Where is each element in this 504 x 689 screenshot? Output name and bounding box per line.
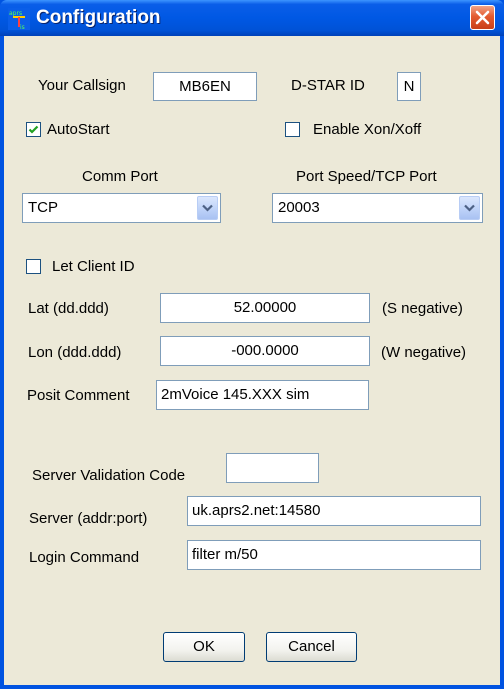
ok-button[interactable]: OK: [163, 632, 245, 662]
comm-port-label: Comm Port: [82, 168, 158, 185]
autostart-label: AutoStart: [47, 121, 110, 138]
comm-port-value: TCP: [28, 199, 58, 216]
comm-port-select[interactable]: TCP: [22, 193, 221, 223]
chevron-down-icon: [202, 204, 213, 212]
login-command-label: Login Command: [29, 549, 140, 566]
dstar-id-field[interactable]: N: [397, 72, 421, 101]
lat-label: Lat (dd.ddd): [28, 300, 109, 317]
lat-field[interactable]: 52.00000: [160, 293, 370, 323]
callsign-label: Your Callsign: [38, 77, 126, 94]
let-client-id-checkbox[interactable]: [26, 259, 41, 274]
window-title: Configuration: [36, 7, 161, 28]
lat-hint: (S negative): [382, 300, 463, 317]
server-field[interactable]: uk.aprs2.net:14580: [187, 496, 481, 526]
let-client-id-label: Let Client ID: [52, 258, 135, 275]
dialog-body: Your Callsign MB6EN D-STAR ID N AutoStar…: [4, 36, 500, 685]
port-speed-dropdown-button[interactable]: [459, 196, 480, 220]
server-label: Server (addr:port): [29, 510, 148, 527]
port-speed-value: 20003: [278, 199, 320, 216]
xon-xoff-checkbox[interactable]: [285, 122, 300, 137]
lon-field[interactable]: -000.0000: [160, 336, 370, 366]
port-speed-label: Port Speed/TCP Port: [296, 168, 437, 185]
lon-label: Lon (ddd.ddd): [28, 344, 122, 361]
login-command-field[interactable]: filter m/50: [187, 540, 481, 570]
cancel-button[interactable]: Cancel: [266, 632, 357, 662]
server-validation-field[interactable]: [226, 453, 319, 483]
configuration-window: aprs is Configuration Your Callsign MB6E…: [0, 0, 504, 689]
svg-text:is: is: [20, 24, 25, 30]
chevron-down-icon: [464, 204, 475, 212]
comm-port-dropdown-button[interactable]: [197, 196, 218, 220]
close-button[interactable]: [470, 5, 495, 30]
callsign-field[interactable]: MB6EN: [153, 72, 257, 101]
xon-xoff-label: Enable Xon/Xoff: [313, 121, 422, 138]
server-validation-label: Server Validation Code: [32, 467, 186, 484]
lon-hint: (W negative): [381, 344, 467, 361]
svg-text:aprs: aprs: [9, 10, 22, 17]
checkmark-icon: [28, 125, 39, 134]
autostart-checkbox[interactable]: [26, 122, 41, 137]
dstar-id-label: D-STAR ID: [291, 77, 365, 94]
posit-comment-label: Posit Comment: [27, 387, 130, 404]
close-icon: [475, 10, 490, 25]
posit-comment-field[interactable]: 2mVoice 145.XXX sim: [156, 380, 369, 410]
app-icon: aprs is: [8, 8, 30, 30]
title-bar[interactable]: aprs is Configuration: [0, 0, 504, 36]
port-speed-select[interactable]: 20003: [272, 193, 483, 223]
